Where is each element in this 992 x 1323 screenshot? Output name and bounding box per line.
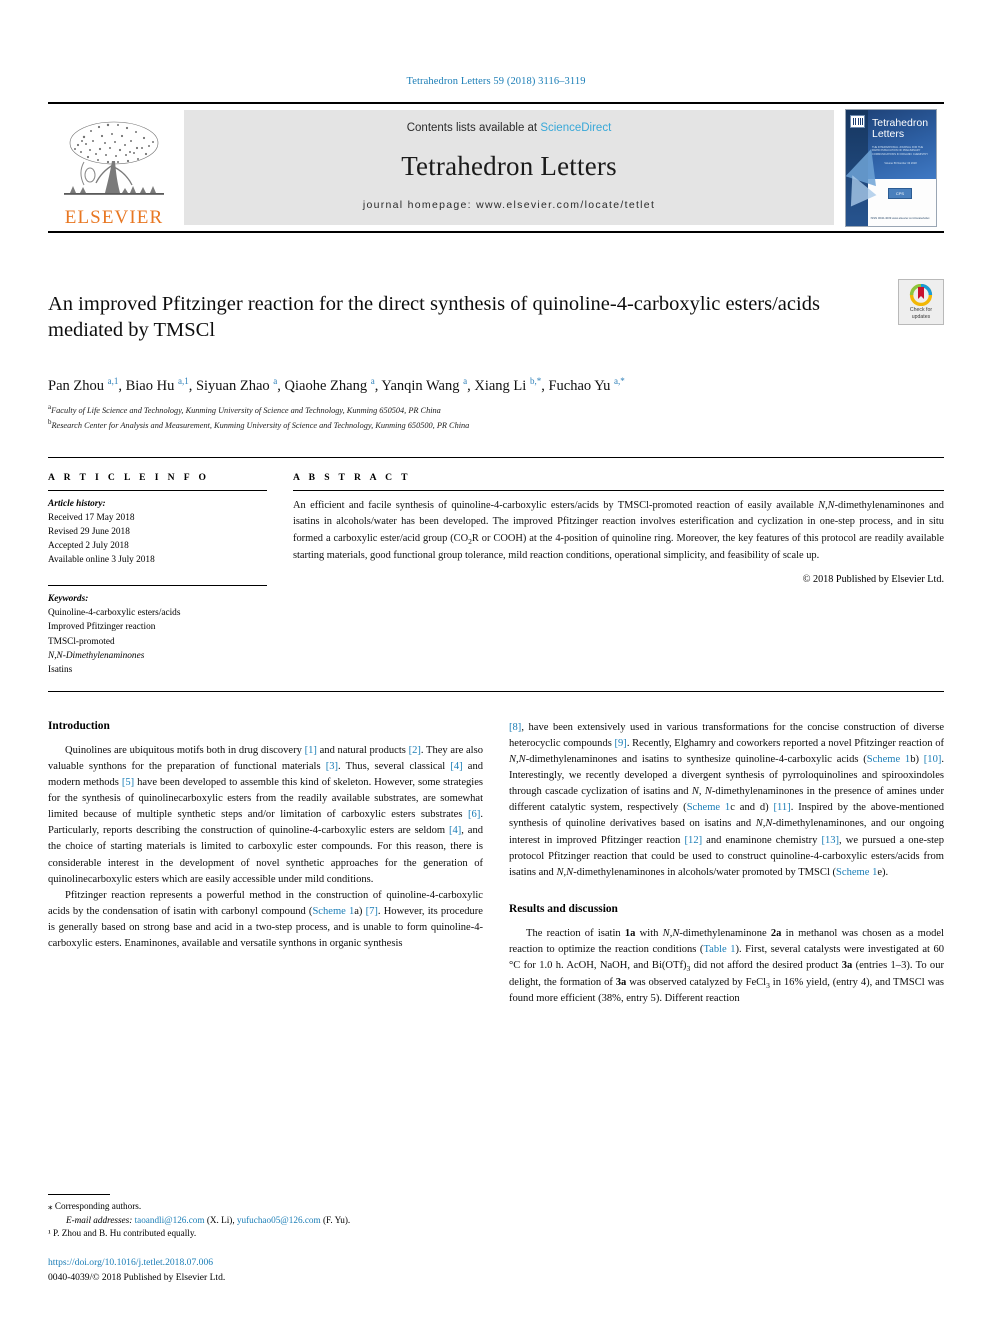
section-heading-results: Results and discussion [509,902,618,915]
sciencedirect-link[interactable]: ScienceDirect [540,122,611,134]
cover-barcode-icon [850,114,865,128]
keyword-italic-part: N,N-Dimethylenaminones [48,650,145,661]
masthead-center: Contents lists available at ScienceDirec… [184,110,834,225]
email-note: E-mail addresses: taoandli@126.com (X. L… [48,1214,468,1228]
abstract-column: A B S T R A C T An efficient and facile … [293,472,944,677]
contents-list-line: Contents lists available at ScienceDirec… [407,122,612,134]
homepage-url[interactable]: www.elsevier.com/locate/tetlet [476,199,655,211]
elsevier-wordmark: ELSEVIER [64,207,164,228]
cover-chip-label: CPS [895,190,905,196]
abstract-text: An efficient and facile synthesis of qui… [293,499,944,562]
footnote-block: ⁎ Corresponding authors. E-mail addresse… [48,1193,468,1285]
history-item: Accepted 2 July 2018 [48,540,129,551]
page-title: An improved Pfitzinger reaction for the … [48,292,820,341]
journal-cover-thumbnail: Tetrahedron Letters THE INTERNATIONAL JO… [838,104,944,231]
issn-copyright-line: 0040-4039/© 2018 Published by Elsevier L… [48,1271,226,1283]
info-abstract-band: A R T I C L E I N F O Article history: R… [48,456,944,692]
journal-homepage-line: journal homepage: www.elsevier.com/locat… [363,199,655,211]
keyword-item: TMSCl-promoted [48,636,115,647]
cover-chip-icon: CPS [888,187,912,199]
crossmark-icon [909,284,933,306]
running-head: Tetrahedron Letters 59 (2018) 3116–3119 [406,76,586,87]
affiliation-text: Faculty of Life Science and Technology, … [51,406,441,416]
footnote-divider [48,1193,110,1195]
history-item: Revised 29 June 2018 [48,526,130,537]
title-row: An improved Pfitzinger reaction for the … [48,277,944,357]
affiliation-item: aFaculty of Life Science and Technology,… [48,403,944,418]
cover-title: Tetrahedron Letters [872,116,932,140]
email-owner-2: (F. Yu). [322,1214,351,1225]
cover-title-line2: Letters [872,127,905,140]
elsevier-tree-icon [64,121,164,195]
crossmark-label-line1: Check for [909,307,933,313]
crossmark-badge[interactable]: Check for updates [898,279,944,325]
keyword-item: N,N-Dimethylenaminones [48,649,267,663]
elsevier-logo: ELSEVIER [48,104,180,231]
cover-title-line1: Tetrahedron [872,116,929,129]
doi-block: https://doi.org/10.1016/j.tetlet.2018.07… [48,1256,468,1285]
email-label: E-mail addresses: [66,1214,133,1225]
email-link-1[interactable]: taoandli@126.com [135,1215,205,1225]
cover-subtitle: THE INTERNATIONAL JOURNAL FOR THE RAPID … [872,145,929,157]
cover-footer-text: ISSN 0040-4039 www.elsevier.com/locate/t… [870,216,930,221]
body-column-right: [8], have been extensively used in vario… [509,720,944,1007]
equal-contribution-note: ¹ P. Zhou and B. Hu contributed equally. [48,1228,197,1239]
results-paragraph-1: The reaction of isatin 1a with N,N-dimet… [509,927,945,1005]
crossmark-label: Check for updates [910,307,932,320]
cover-graphic-band: CPS [870,184,930,206]
keyword-item: Quinoline-4-carboxylic esters/acids [48,608,181,619]
article-history: Article history: Received 17 May 2018 Re… [48,491,267,568]
intro-paragraph-1: Quinolines are ubiquitous motifs both in… [48,744,484,885]
author-list: Pan Zhou a,1, Biao Hu a,1, Siyuan Zhao a… [48,375,625,394]
section-heading-introduction: Introduction [48,719,110,732]
keyword-item: Improved Pfitzinger reaction [48,622,156,633]
intro-paragraph-2: Pfitzinger reaction represents a powerfu… [48,889,483,949]
history-item: Received 17 May 2018 [48,512,135,523]
affiliations: aFaculty of Life Science and Technology,… [48,403,944,432]
homepage-prefix: journal homepage: [362,199,477,211]
keywords-block: Keywords: Quinoline-4-carboxylic esters/… [48,586,267,677]
affiliation-text: Research Center for Analysis and Measure… [51,420,470,430]
article-info-column: A R T I C L E I N F O Article history: R… [48,472,293,677]
corresponding-author-note: ⁎ Corresponding authors. [48,1200,142,1211]
abstract-copyright: © 2018 Published by Elsevier Ltd. [802,573,944,585]
body-column-left: Introduction Quinolines are ubiquitous m… [48,720,483,1007]
cover-art: Tetrahedron Letters THE INTERNATIONAL JO… [845,108,937,227]
crossmark-label-line2: updates [911,313,931,320]
intro-paragraph-2-continued: [8], have been extensively used in vario… [509,721,945,878]
doi-link[interactable]: https://doi.org/10.1016/j.tetlet.2018.07… [48,1256,468,1270]
journal-title: Tetrahedron Letters [401,151,617,181]
history-item: Available online 3 July 2018 [48,555,155,566]
article-info-heading: A R T I C L E I N F O [48,471,210,483]
journal-masthead: ELSEVIER Contents lists available at Sci… [48,102,944,233]
contents-prefix: Contents lists available at [406,122,541,134]
article-history-label: Article history: [48,498,106,509]
body-columns: Introduction Quinolines are ubiquitous m… [48,720,944,1007]
abstract-heading: A B S T R A C T [293,471,411,483]
keywords-label: Keywords: [48,594,89,605]
affiliation-item: bResearch Center for Analysis and Measur… [48,418,944,433]
article-page: Tetrahedron Letters 59 (2018) 3116–3119 [0,0,992,1323]
email-link-2[interactable]: yufuchao05@126.com [237,1215,321,1225]
keyword-item: Isatins [48,664,73,675]
email-owner-1: (X. Li), [206,1214,235,1225]
cover-volume-line: Volume 59 Number 33 2018 [884,161,917,165]
